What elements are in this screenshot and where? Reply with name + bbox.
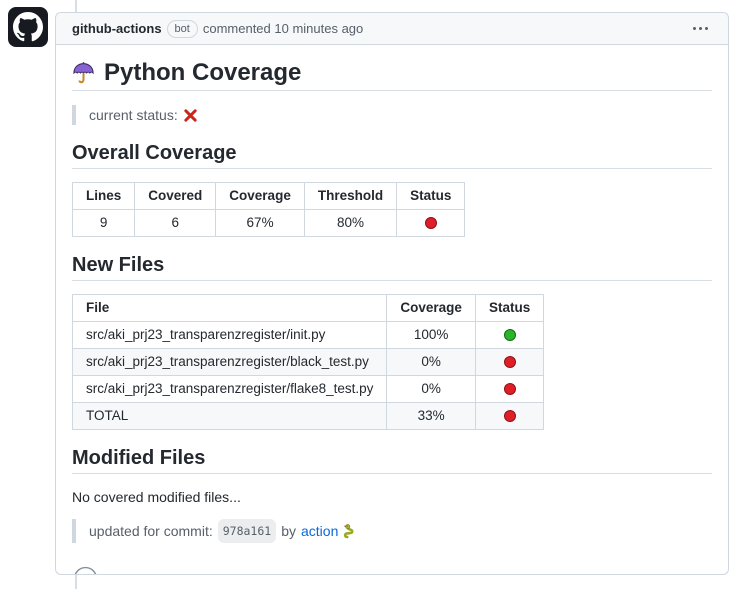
table-row: src/aki_prj23_transparenzregister/flake8… [73, 376, 544, 403]
coverage-value: 0% [387, 376, 476, 403]
avatar[interactable] [8, 7, 48, 47]
table-row-total: TOTAL 33% [73, 403, 544, 430]
cross-mark-icon [183, 108, 198, 123]
status-dot-icon [504, 356, 516, 368]
status-dot-icon [425, 217, 437, 229]
status-dot-icon [504, 410, 516, 422]
col-threshold: Threshold [304, 183, 396, 210]
coverage-value: 33% [387, 403, 476, 430]
no-modified-files-text: No covered modified files... [72, 487, 712, 507]
covered-value: 6 [135, 210, 216, 237]
kebab-menu-button[interactable] [689, 21, 712, 36]
col-coverage: Coverage [216, 183, 305, 210]
title-text: Python Coverage [104, 59, 301, 86]
new-files-heading: New Files [72, 255, 712, 281]
kebab-icon [693, 27, 696, 30]
file-path: TOTAL [73, 403, 387, 430]
table-row: src/aki_prj23_transparenzregister/init.p… [73, 322, 544, 349]
status-cell [475, 349, 543, 376]
table-header-row: Lines Covered Coverage Threshold Status [73, 183, 465, 210]
status-cell [475, 376, 543, 403]
threshold-value: 80% [304, 210, 396, 237]
commit-label: updated for commit: [89, 521, 213, 541]
table-header-row: File Coverage Status [73, 295, 544, 322]
current-status-label: current status: [89, 105, 178, 125]
file-path: src/aki_prj23_transparenzregister/black_… [73, 349, 387, 376]
timestamp-link[interactable]: commented 10 minutes ago [203, 21, 363, 36]
overall-coverage-heading: Overall Coverage [72, 143, 712, 169]
status-cell [475, 322, 543, 349]
status-cell [475, 403, 543, 430]
status-cell [397, 210, 465, 237]
table-row: src/aki_prj23_transparenzregister/black_… [73, 349, 544, 376]
col-file: File [73, 295, 387, 322]
modified-files-heading: Modified Files [72, 448, 712, 474]
coverage-value: 67% [216, 210, 305, 237]
page-title: Python Coverage [72, 59, 712, 91]
col-status: Status [397, 183, 465, 210]
reaction-row [72, 561, 712, 575]
comment-header: github-actions bot commented 10 minutes … [56, 13, 728, 45]
overall-coverage-table: Lines Covered Coverage Threshold Status … [72, 182, 465, 237]
commit-hash: 978a161 [218, 519, 276, 543]
umbrella-icon [72, 61, 95, 84]
table-row: 9 6 67% 80% [73, 210, 465, 237]
status-dot-icon [504, 383, 516, 395]
comment-card: github-actions bot commented 10 minutes … [55, 12, 729, 575]
current-status-quote: current status: [72, 105, 712, 125]
col-coverage: Coverage [387, 295, 476, 322]
new-files-table: File Coverage Status src/aki_prj23_trans… [72, 294, 544, 430]
file-path: src/aki_prj23_transparenzregister/init.p… [73, 322, 387, 349]
smiley-icon [73, 566, 98, 576]
coverage-value: 100% [387, 322, 476, 349]
status-dot-icon [504, 329, 516, 341]
col-covered: Covered [135, 183, 216, 210]
lines-value: 9 [73, 210, 135, 237]
col-lines: Lines [73, 183, 135, 210]
snake-icon [343, 523, 359, 539]
by-text: by [281, 521, 296, 541]
commit-quote: updated for commit: 978a161 by action [72, 519, 712, 543]
col-status: Status [475, 295, 543, 322]
github-octocat-icon [13, 12, 43, 42]
add-reaction-button[interactable] [72, 565, 98, 575]
coverage-value: 0% [387, 349, 476, 376]
file-path: src/aki_prj23_transparenzregister/flake8… [73, 376, 387, 403]
comment-body: Python Coverage current status: Overall … [56, 45, 728, 575]
action-link[interactable]: action [301, 521, 338, 541]
bot-badge: bot [167, 20, 198, 38]
author-link[interactable]: github-actions [72, 21, 162, 36]
